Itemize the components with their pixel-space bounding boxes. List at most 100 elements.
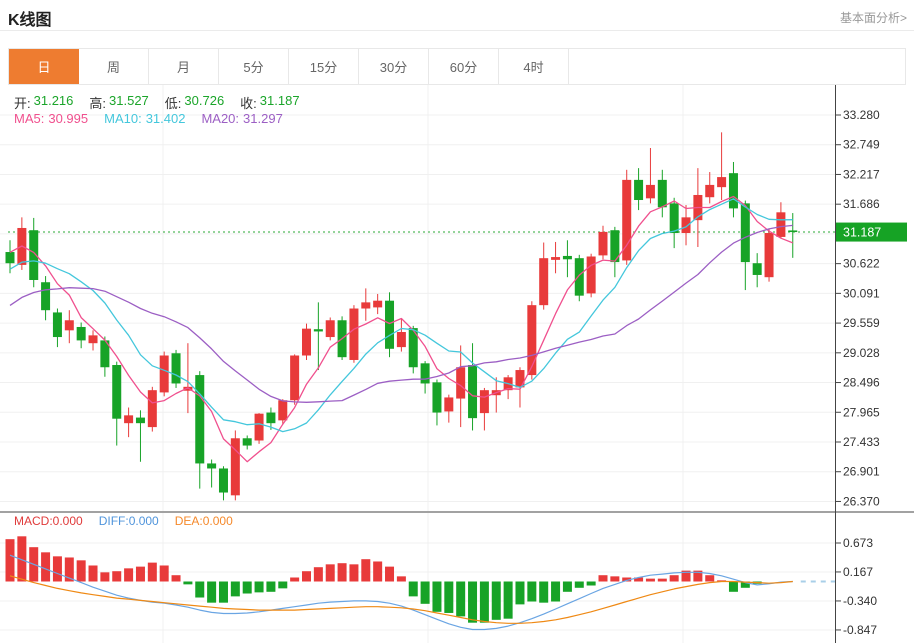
tab-60min[interactable]: 60分 <box>429 49 499 84</box>
candle-body <box>658 180 667 207</box>
high-label: 高: <box>89 93 106 112</box>
low-label: 低: <box>165 93 182 112</box>
candle-body <box>765 233 774 277</box>
macd-histogram <box>6 536 762 622</box>
tab-15min[interactable]: 15分 <box>289 49 359 84</box>
macd-bar <box>172 575 181 581</box>
y-axis-label: 32.217 <box>843 167 880 181</box>
ma-legend-row: MA5:30.995 MA10:31.402 MA20:31.297 <box>14 111 283 126</box>
candle-body <box>112 365 121 419</box>
fundamental-analysis-link[interactable]: 基本面分析> <box>840 9 907 26</box>
candle-body <box>124 415 133 423</box>
y-axis-label: 33.280 <box>843 108 880 122</box>
macd-bar <box>112 571 121 581</box>
ma5-value: 30.995 <box>48 111 88 126</box>
macd-bar <box>409 582 418 597</box>
candle-body <box>65 320 74 330</box>
macd-bar <box>266 582 275 592</box>
candle-body <box>77 327 86 340</box>
candle-body <box>599 232 608 255</box>
candle-body <box>361 302 370 308</box>
candle-body <box>682 217 691 233</box>
macd-bar <box>456 582 465 617</box>
y-axis-label: 27.433 <box>843 435 880 449</box>
y-axis-label: 26.370 <box>843 494 880 508</box>
candle-body <box>195 375 204 463</box>
candle-body <box>255 414 264 441</box>
candle-body <box>290 355 299 400</box>
candle-body <box>302 329 311 356</box>
macd-axis-label: 0.673 <box>843 536 873 550</box>
last-price-tag-label: 31.187 <box>843 226 881 240</box>
y-axis-label: 29.559 <box>843 316 880 330</box>
candle-body <box>160 355 169 392</box>
candle-body <box>266 413 275 424</box>
macd-bar <box>243 582 252 594</box>
candle-body <box>515 370 524 387</box>
macd-bar <box>670 575 679 581</box>
ma10-value: 31.402 <box>146 111 186 126</box>
candle-body <box>551 257 560 260</box>
macd-bar <box>338 563 347 581</box>
macd-bar <box>231 582 240 597</box>
macd-axis-label: -0.847 <box>843 623 877 637</box>
candle-body <box>456 367 465 398</box>
tab-4hour[interactable]: 4时 <box>499 49 569 84</box>
candle-body <box>575 258 584 295</box>
candle-body <box>243 438 252 445</box>
macd-bar <box>195 582 204 598</box>
macd-value: 0.000 <box>53 514 83 528</box>
candle-body <box>670 203 679 233</box>
candle-body <box>444 397 453 411</box>
tab-30min[interactable]: 30分 <box>359 49 429 84</box>
candle-body <box>421 363 430 383</box>
macd-bar <box>77 560 86 581</box>
macd-bar <box>302 571 311 581</box>
candle-body <box>717 177 726 187</box>
macd-bar <box>563 582 572 592</box>
macd-bar <box>610 576 619 581</box>
candle-body <box>587 257 596 294</box>
candle-body <box>278 400 287 420</box>
candle-body <box>6 252 15 263</box>
macd-bar <box>207 582 216 603</box>
y-axis-label: 27.965 <box>843 405 880 419</box>
ma5-label: MA5: <box>14 111 44 126</box>
macd-bar <box>587 582 596 586</box>
tab-5min[interactable]: 5分 <box>219 49 289 84</box>
y-axis-label: 28.496 <box>843 376 880 390</box>
macd-bar <box>492 582 501 620</box>
diff-value: 0.000 <box>129 514 159 528</box>
candle-body <box>563 256 572 259</box>
macd-bar <box>278 582 287 589</box>
macd-bar <box>646 579 655 582</box>
candle-body <box>53 312 62 337</box>
tab-week[interactable]: 周 <box>79 49 149 84</box>
macd-bar <box>124 568 133 581</box>
tab-month[interactable]: 月 <box>149 49 219 84</box>
macd-bar <box>432 582 441 612</box>
macd-legend-row: MACD:0.000 DIFF:0.000 DEA:0.000 <box>14 514 233 528</box>
open-value: 31.216 <box>34 93 74 112</box>
candle-body <box>468 365 477 418</box>
candle-body <box>89 335 98 343</box>
macd-bar <box>255 582 264 593</box>
candle-body <box>207 463 216 468</box>
macd-axis-label: -0.340 <box>843 594 877 608</box>
candle-body <box>753 263 762 275</box>
macd-bar <box>326 564 335 581</box>
macd-bar <box>6 539 15 581</box>
macd-bar <box>539 582 548 603</box>
macd-bar <box>397 576 406 581</box>
macd-bar <box>468 582 477 623</box>
y-axis-label: 29.028 <box>843 346 880 360</box>
candle-body <box>373 301 382 308</box>
candles <box>6 132 798 500</box>
tab-day[interactable]: 日 <box>9 49 79 84</box>
page-title: K线图 <box>8 6 52 30</box>
macd-bar <box>504 582 513 619</box>
candle-body <box>385 301 394 349</box>
macd-bar <box>53 556 62 581</box>
ma10-label: MA10: <box>104 111 142 126</box>
macd-bar <box>314 567 323 581</box>
